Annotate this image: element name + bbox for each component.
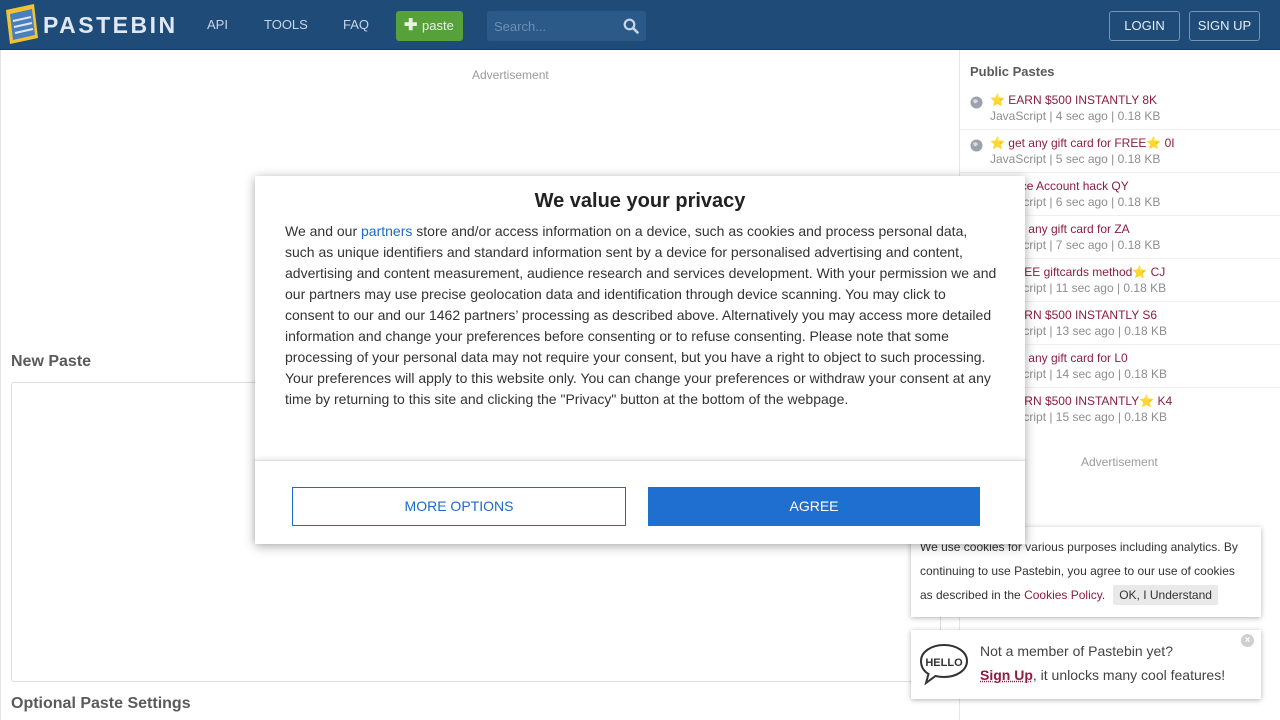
more-options-button[interactable]: MORE OPTIONS — [292, 487, 626, 526]
agree-button[interactable]: AGREE — [648, 487, 980, 526]
partners-link[interactable]: partners — [361, 223, 412, 239]
consent-dialog: We value your privacy We and our partner… — [255, 176, 1025, 544]
consent-footer: MORE OPTIONS AGREE — [255, 460, 1025, 544]
consent-body: We and our partners store and/or access … — [285, 221, 997, 410]
consent-body-text: store and/or access information on a dev… — [285, 223, 997, 407]
consent-body-prefix: We and our — [285, 223, 362, 239]
consent-overlay: We value your privacy We and our partner… — [0, 0, 1280, 720]
consent-title: We value your privacy — [534, 190, 746, 212]
